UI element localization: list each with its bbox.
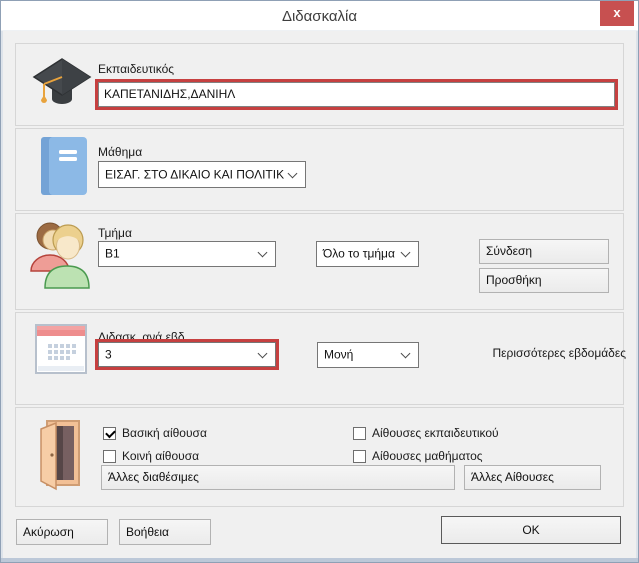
teacher-rooms-label: Αίθουσες εκπαιδευτικού [372,426,499,440]
door-icon [35,415,85,495]
chevron-down-icon [258,248,268,258]
week-type-value: Μονή [324,348,353,362]
chevron-down-icon [288,168,298,178]
subject-select[interactable]: ΕΙΣΑΓ. ΣΤΟ ΔΙΚΑΙΟ ΚΑΙ ΠΟΛΙΤΙΚ [98,161,306,188]
class-scope-value: Όλο το τμήμα [323,247,395,261]
close-icon[interactable]: x [600,1,634,26]
help-button[interactable]: Βοήθεια [119,519,211,545]
periods-value: 3 [105,347,112,361]
chevron-down-icon [401,248,411,258]
class-select-value: B1 [105,247,120,261]
chevron-down-icon [401,349,411,359]
periods-highlight: 3 [95,339,279,370]
teacher-label: Εκπαιδευτικός [98,62,174,76]
class-scope-select[interactable]: Όλο το τμήμα [316,241,419,267]
ok-button[interactable]: OK [441,516,621,544]
class-select[interactable]: B1 [98,241,276,267]
teaching-dialog: Διδασκαλία x Εκπαιδευτικός ΚΑΠΕΤΑΝΙΔΗΣ,Δ… [0,0,639,563]
teacher-rooms-checkbox[interactable] [353,427,366,440]
cancel-button[interactable]: Ακύρωση [16,519,108,545]
subject-label: Μάθημα [98,145,142,159]
chevron-down-icon [258,348,268,358]
other-rooms-button[interactable]: Άλλες Αίθουσες [464,465,601,490]
basic-room-label: Βασική αίθουσα [122,426,207,440]
subject-rooms-checkbox[interactable] [353,450,366,463]
periods-select[interactable]: 3 [98,342,276,367]
basic-room-checkbox[interactable] [103,427,116,440]
subject-rooms-label: Αίθουσες μαθήματος [372,449,483,463]
more-weeks-link[interactable]: Περισσότερες εβδομάδες [481,346,626,360]
week-type-select[interactable]: Μονή [317,342,419,368]
connect-button[interactable]: Σύνδεση [479,239,609,264]
teacher-field-highlight: ΚΑΠΕΤΑΝΙΔΗΣ,ΔΑΝΙΗΛ [95,79,618,110]
shared-room-checkbox[interactable] [103,450,116,463]
book-icon [41,137,87,195]
teacher-input[interactable]: ΚΑΠΕΤΑΝΙΔΗΣ,ΔΑΝΙΗΛ [98,82,615,107]
subject-select-value: ΕΙΣΑΓ. ΣΤΟ ΔΙΚΑΙΟ ΚΑΙ ΠΟΛΙΤΙΚ [105,167,284,181]
graduation-cap-icon [31,57,93,115]
shared-room-label: Κοινή αίθουσα [122,449,199,463]
add-button[interactable]: Προσθήκη [479,268,609,293]
other-available-button[interactable]: Άλλες διαθέσιμες [101,465,455,490]
titlebar[interactable]: Διδασκαλία [1,1,638,31]
students-icon [28,220,94,290]
class-label: Τμήμα [98,226,132,240]
calendar-icon [33,321,89,379]
dialog-title: Διδασκαλία [1,1,638,31]
